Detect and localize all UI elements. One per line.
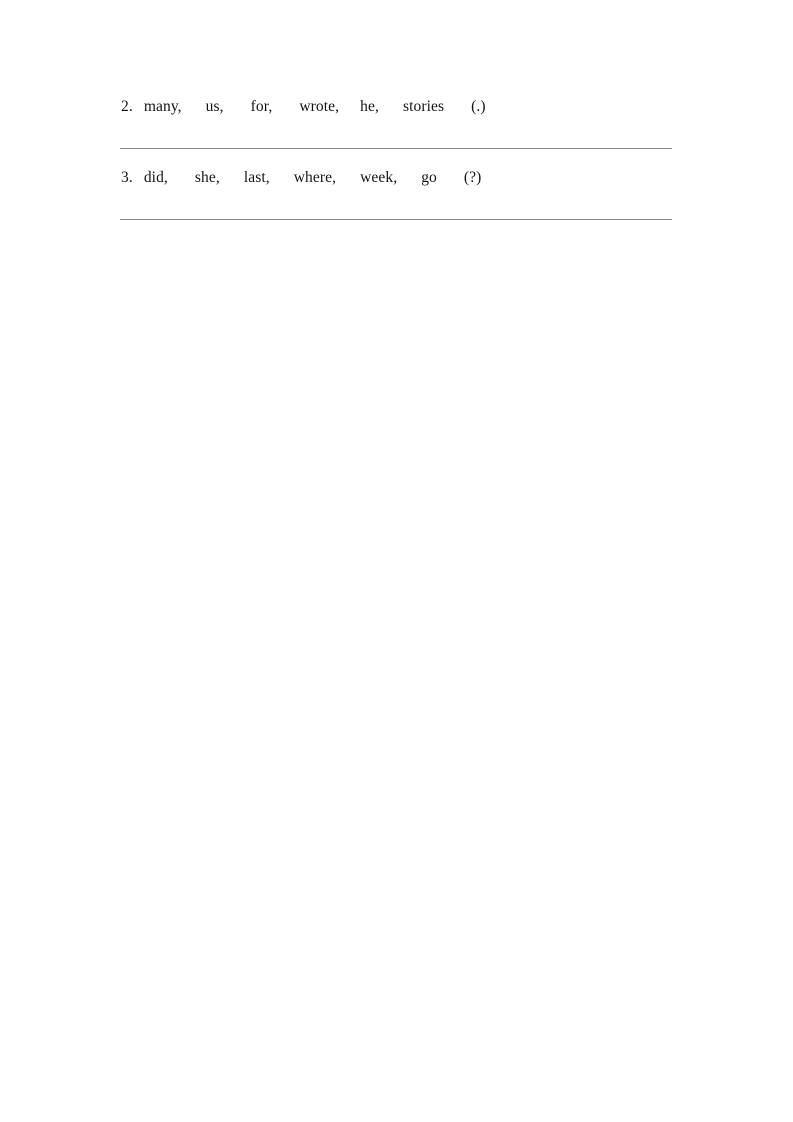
exercise-3-text: 3. did, she, last, where, week, go (?) xyxy=(120,167,672,189)
exercise-3-word-4: where, xyxy=(293,169,337,186)
worksheet-page: 2. many, us, for, wrote, he, stories (.) 3. did,… xyxy=(0,0,793,1122)
exercise-3-number: 3. xyxy=(121,169,133,186)
exercise-3-word-6: go xyxy=(421,169,437,186)
exercise-2-word-3: for, xyxy=(250,98,273,115)
exercise-2-text: 2. many, us, for, wrote, he, stories (.) xyxy=(120,96,672,118)
exercise-2-number: 2. xyxy=(121,98,133,115)
exercise-2-word-4: wrote, xyxy=(299,98,340,115)
blank-page-area xyxy=(120,220,672,1120)
exercise-2-word-2: us, xyxy=(205,98,224,115)
exercise-3-word-3: last, xyxy=(243,169,270,186)
exercise-3-word-2: she, xyxy=(194,169,220,186)
exercise-3-word-1: did, xyxy=(143,169,168,186)
exercise-item-2: 2. many, us, for, wrote, he, stories (.) xyxy=(120,96,672,167)
exercise-item-3: 3. did, she, last, where, week, go (?) xyxy=(120,167,672,220)
exercise-3-answer-rule xyxy=(120,219,672,220)
exercise-3-word-5: week, xyxy=(360,169,398,186)
exercise-2-word-6: stories xyxy=(402,98,445,115)
exercise-2-word-1: many, xyxy=(143,98,182,115)
exercise-2-word-5: he, xyxy=(360,98,379,115)
exercise-3-punctuation-hint: (?) xyxy=(463,169,482,186)
exercise-list: 2. many, us, for, wrote, he, stories (.) 3. did,… xyxy=(120,96,672,1120)
exercise-2-punctuation-hint: (.) xyxy=(471,98,486,115)
